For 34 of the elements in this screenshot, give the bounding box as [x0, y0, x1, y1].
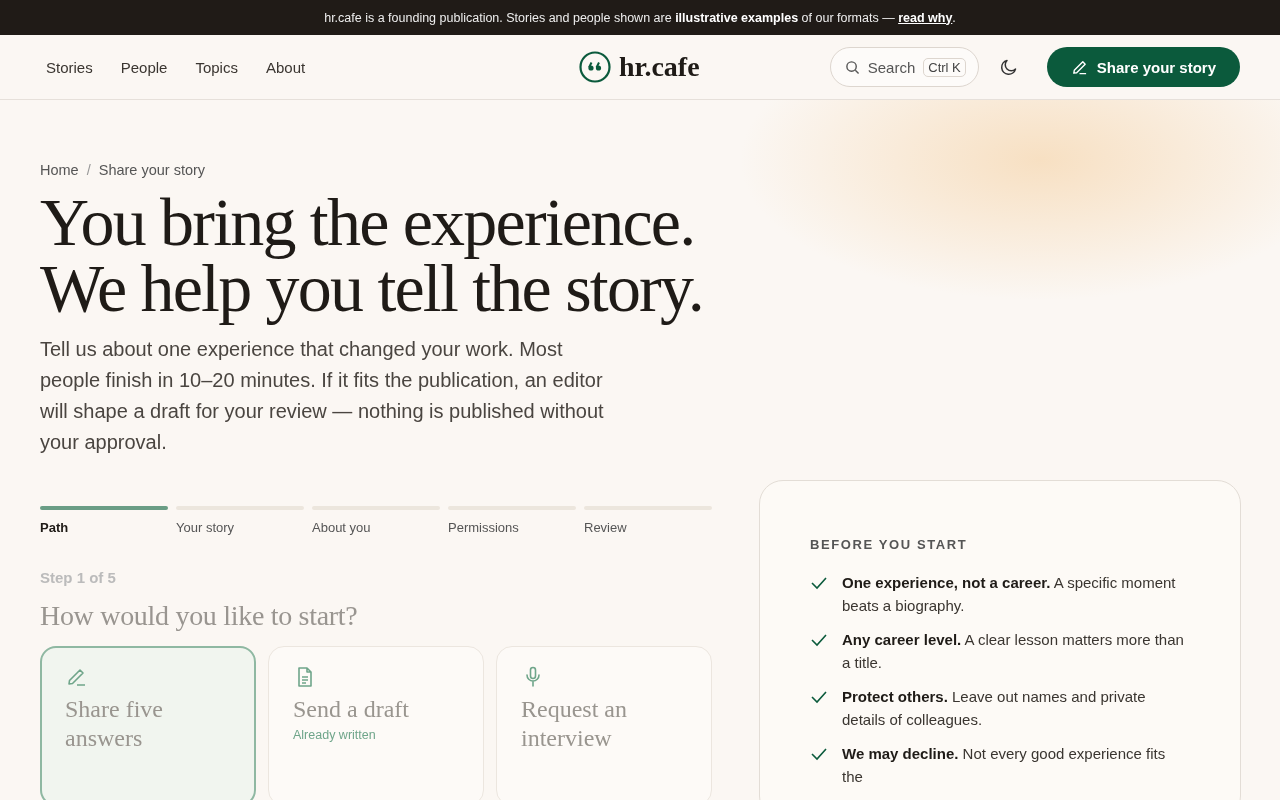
- search-button[interactable]: Search Ctrl K: [829, 47, 979, 87]
- tips-heading: BEFORE YOU START: [810, 537, 969, 552]
- check-icon: [810, 747, 828, 761]
- quote-logo-icon: [579, 51, 611, 83]
- breadcrumb-link[interactable]: Share your story: [98, 162, 206, 178]
- step-tab[interactable]: Your story: [176, 520, 304, 535]
- step-tab[interactable]: About you: [312, 520, 440, 535]
- breadcrumb-separator: /: [86, 162, 91, 178]
- step-tab[interactable]: Path: [40, 520, 168, 535]
- nav-link[interactable]: About: [257, 52, 314, 82]
- logo-text[interactable]: hr.cafe: [619, 51, 700, 83]
- check-icon: [810, 576, 828, 590]
- tip-text: One experience, not a career. A specific moment beats a biography.: [842, 573, 1177, 616]
- check-icon: [810, 633, 828, 647]
- shortcut-key: Ctrl K: [923, 57, 966, 77]
- pencil-icon: [1070, 58, 1088, 76]
- intro-paragraph: Tell us about one experience that changed your work. Most people finish in 10–20 minutes. If it fits the publication, an editor will shape a draft for your review — nothing is published without your approval.: [40, 337, 605, 455]
- breadcrumb-link[interactable]: Home: [40, 162, 79, 178]
- tip-text: Protect others. Leave out names and private details of colleagues.: [842, 687, 1147, 730]
- share-story-button[interactable]: Share your story: [1046, 47, 1240, 87]
- read-why-link[interactable]: read why: [898, 10, 953, 25]
- search-icon: [844, 59, 860, 75]
- nav-link[interactable]: Topics: [187, 52, 246, 82]
- nav-link[interactable]: People: [112, 52, 176, 82]
- notice-text: hr.cafe is a founding publication. Stories and people shown are illustrative examples of our formats — read why.: [324, 10, 956, 25]
- step-counter: Step 1 of 5: [40, 569, 117, 586]
- moon-icon: [998, 57, 1019, 77]
- check-icon: [810, 690, 828, 704]
- question-heading: How would you like to start?: [40, 600, 359, 632]
- tip-text: Any career level. A clear lesson matters more than a title.: [842, 630, 1185, 673]
- step-tab[interactable]: Permissions: [448, 520, 576, 535]
- step-tab[interactable]: Review: [584, 520, 712, 535]
- nav-link[interactable]: Stories: [38, 52, 101, 82]
- tip-text: We may decline. Not every good experience fits the: [842, 744, 1167, 787]
